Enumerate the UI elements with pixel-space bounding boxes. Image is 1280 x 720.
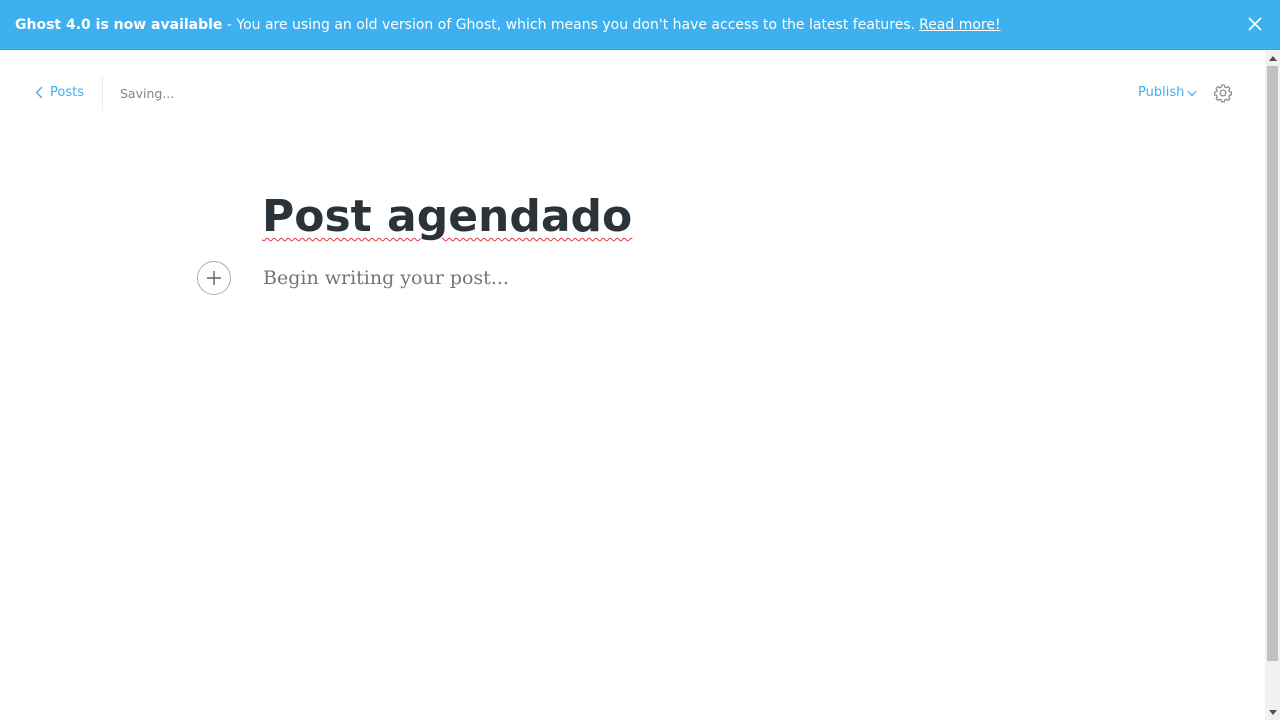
update-banner: Ghost 4.0 is now available - You are usi… xyxy=(0,0,1280,50)
back-link-label: Posts xyxy=(50,85,84,100)
post-title[interactable]: Post agendado xyxy=(262,191,632,242)
publish-menu-button[interactable]: Publish xyxy=(1138,85,1197,100)
chevron-left-icon xyxy=(35,86,43,99)
save-status: Saving... xyxy=(120,86,175,101)
plus-icon[interactable] xyxy=(197,261,231,295)
post-body-input[interactable] xyxy=(263,267,963,289)
back-to-posts-link[interactable]: Posts xyxy=(35,85,84,100)
banner-title: Ghost 4.0 is now available xyxy=(15,16,223,33)
publish-label: Publish xyxy=(1138,85,1185,100)
chevron-down-icon xyxy=(1187,90,1197,97)
scrollbar-thumb[interactable] xyxy=(1267,66,1278,661)
topbar-divider xyxy=(102,75,103,111)
scroll-up-arrow-icon[interactable] xyxy=(1265,51,1280,66)
scroll-down-arrow-icon[interactable] xyxy=(1265,705,1280,720)
page-scrollbar[interactable] xyxy=(1265,51,1280,720)
banner-read-more-link[interactable]: Read more! xyxy=(919,17,1001,33)
gear-icon[interactable] xyxy=(1213,83,1233,103)
banner-message: - You are using an old version of Ghost,… xyxy=(222,16,916,33)
close-icon[interactable] xyxy=(1248,17,1262,31)
post-editor: Posts Saving... Publish Post agendado xyxy=(0,51,1265,720)
editor-topbar: Posts Saving... Publish xyxy=(0,51,1265,135)
